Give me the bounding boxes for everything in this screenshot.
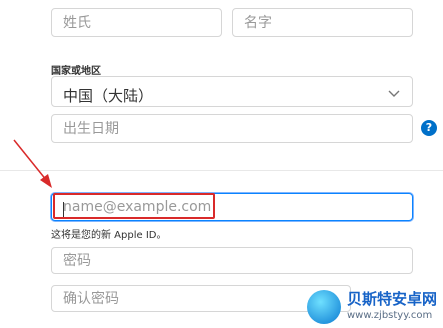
annotation-highlight-box [53,193,215,219]
apple-id-hint: 这将是您的新 Apple ID。 [51,230,167,241]
password-field[interactable] [51,247,413,274]
country-select[interactable]: 中国（大陆） [51,76,413,107]
country-selected-value: 中国（大陆） [63,87,154,105]
annotation-arrow [13,139,52,188]
last-name-field[interactable] [51,8,222,37]
first-name-field[interactable] [232,8,413,37]
watermark-url: www.zjbstyy.com [347,310,433,321]
watermark-title: 贝斯特安卓网 [347,290,438,308]
chevron-down-icon [388,90,400,97]
birthday-field[interactable] [51,114,413,143]
last-name-input[interactable] [52,9,221,36]
birthday-input[interactable] [52,115,412,142]
section-divider [0,170,443,171]
first-name-input[interactable] [233,9,412,36]
help-icon[interactable]: ? [421,120,437,136]
password-input[interactable] [52,248,412,273]
country-label: 国家或地区 [51,66,101,77]
watermark: 贝斯特安卓网 www.zjbstyy.com [303,284,443,328]
watermark-logo-icon [307,290,341,324]
